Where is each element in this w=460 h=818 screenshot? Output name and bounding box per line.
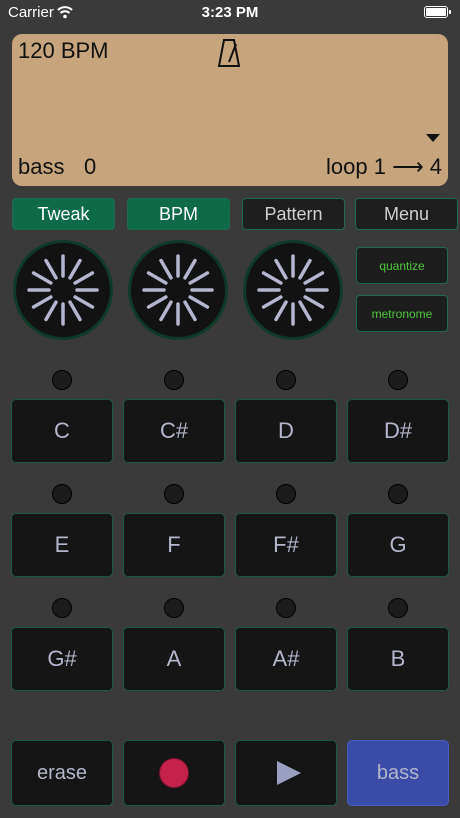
record-icon xyxy=(159,758,189,788)
display-panel: 120 BPM bass 0 loop 1 ⟶ 4 xyxy=(12,34,448,186)
led-a xyxy=(164,598,184,618)
bpm-readout: 120 BPM xyxy=(18,38,109,63)
knob-2[interactable] xyxy=(127,239,229,341)
pad-d-sharp[interactable]: D# xyxy=(347,399,449,463)
track-name: bass xyxy=(18,154,65,179)
play-icon xyxy=(277,761,301,785)
led-e xyxy=(52,484,72,504)
track-value: 0 xyxy=(84,154,97,179)
led-f-sharp xyxy=(276,484,296,504)
loop-readout: loop 1 ⟶ 4 xyxy=(326,154,442,179)
pad-d[interactable]: D xyxy=(235,399,337,463)
track-select-button[interactable]: bass xyxy=(347,740,449,806)
metronome-button[interactable]: metronome xyxy=(356,295,448,332)
led-f xyxy=(164,484,184,504)
led-c xyxy=(52,370,72,390)
pad-c-sharp[interactable]: C# xyxy=(123,399,225,463)
metronome-icon[interactable] xyxy=(217,38,241,68)
quantize-button[interactable]: quantize xyxy=(356,247,448,284)
status-time: 3:23 PM xyxy=(201,4,259,21)
dropdown-icon[interactable] xyxy=(426,134,440,142)
menu-button[interactable]: Menu xyxy=(355,198,458,230)
bpm-button[interactable]: BPM xyxy=(127,198,230,230)
pad-f-sharp[interactable]: F# xyxy=(235,513,337,577)
led-g xyxy=(388,484,408,504)
status-bar: Carrier 3:23 PM xyxy=(0,0,460,26)
knob-1[interactable] xyxy=(12,239,114,341)
led-d-sharp xyxy=(388,370,408,390)
led-a-sharp xyxy=(276,598,296,618)
pad-c[interactable]: C xyxy=(11,399,113,463)
pad-b[interactable]: B xyxy=(347,627,449,691)
tweak-button[interactable]: Tweak xyxy=(12,198,115,230)
knob-3[interactable] xyxy=(242,239,344,341)
record-button[interactable] xyxy=(123,740,225,806)
pad-g[interactable]: G xyxy=(347,513,449,577)
battery-icon xyxy=(424,6,451,18)
play-button[interactable] xyxy=(235,740,337,806)
pattern-button[interactable]: Pattern xyxy=(242,198,345,230)
knob-dial-icon xyxy=(13,240,113,340)
pad-a[interactable]: A xyxy=(123,627,225,691)
led-d xyxy=(276,370,296,390)
led-g-sharp xyxy=(52,598,72,618)
pad-g-sharp[interactable]: G# xyxy=(11,627,113,691)
pad-f[interactable]: F xyxy=(123,513,225,577)
led-c-sharp xyxy=(164,370,184,390)
pad-a-sharp[interactable]: A# xyxy=(235,627,337,691)
led-b xyxy=(388,598,408,618)
pad-e[interactable]: E xyxy=(11,513,113,577)
knob-dial-icon xyxy=(243,240,343,340)
knob-dial-icon xyxy=(128,240,228,340)
erase-button[interactable]: erase xyxy=(11,740,113,806)
